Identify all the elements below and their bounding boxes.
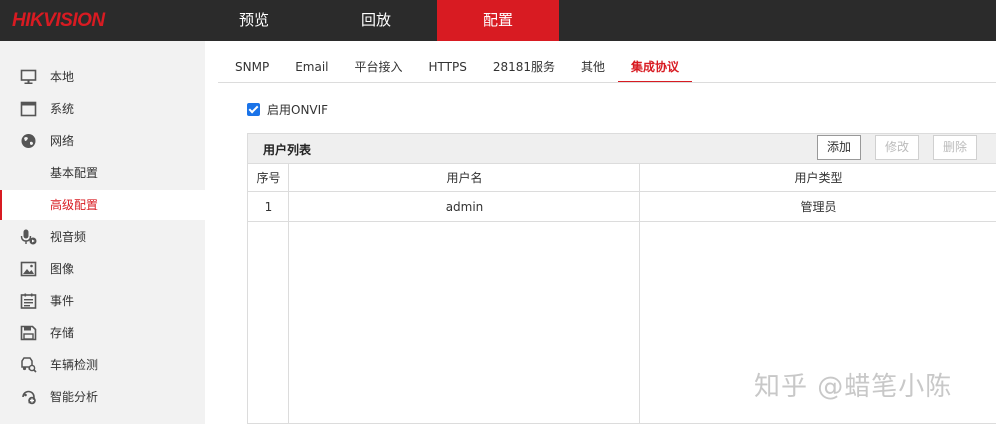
smart-analysis-icon [22, 390, 36, 405]
row-divider [248, 221, 996, 222]
tab-integration-protocol[interactable]: 集成协议 [618, 52, 693, 83]
sidebar-item-system[interactable]: 系统 [0, 94, 205, 124]
sidebar-item-smart-analysis[interactable]: 智能分析 [0, 382, 205, 412]
sidebar-item-label: 图像 [50, 262, 75, 276]
event-list-icon [20, 293, 37, 309]
onvif-option: 启用ONVIF [247, 101, 328, 117]
add-user-button[interactable]: 添加 [817, 135, 861, 160]
microphone-icon [20, 229, 37, 245]
nav-playback[interactable]: 回放 [315, 0, 437, 41]
table-toolbar: 用户列表 添加 修改 删除 [248, 134, 996, 163]
save-disk-icon [20, 325, 37, 341]
enable-onvif-label: 启用ONVIF [267, 102, 329, 117]
sidebar-item-basic-config[interactable]: 基本配置 [0, 158, 205, 188]
cell-index: 1 [264, 200, 273, 214]
edit-user-button[interactable]: 修改 [875, 135, 919, 160]
sidebar-item-label: 智能分析 [50, 390, 99, 404]
sidebar-item-label: 视音频 [50, 230, 87, 244]
sidebar-item-image[interactable]: 图像 [0, 254, 205, 284]
sidebar-item-label: 存储 [50, 326, 75, 340]
nav-configuration[interactable]: 配置 [437, 0, 559, 41]
sidebar-item-network[interactable]: 网络 [0, 126, 205, 156]
nav-preview[interactable]: 预览 [193, 0, 315, 41]
monitor-icon [20, 69, 37, 84]
tab-snmp[interactable]: SNMP [222, 52, 282, 82]
sidebar-item-storage[interactable]: 存储 [0, 318, 205, 348]
sidebar-item-label: 高级配置 [50, 198, 99, 212]
system-window-icon [20, 101, 37, 117]
tab-platform-access[interactable]: 平台接入 [341, 52, 415, 82]
sidebar-item-local[interactable]: 本地 [0, 62, 205, 92]
sidebar-item-label: 车辆检测 [50, 358, 99, 372]
sidebar-item-label: 事件 [50, 294, 75, 308]
top-bar: HIKVISION 预览 回放 配置 [0, 0, 996, 41]
protocol-tabs: SNMP Email 平台接入 HTTPS 28181服务 其他 集成协议 [222, 52, 693, 83]
vehicle-search-icon [21, 357, 37, 373]
sidebar: 本地 系统 网络 基本配置 高级配置 视音频 图像 事件 存储 车辆检测 智能分… [0, 41, 205, 424]
enable-onvif-checkbox[interactable] [247, 102, 260, 116]
sidebar-item-label: 网络 [50, 134, 75, 148]
sidebar-item-video-audio[interactable]: 视音频 [0, 222, 205, 252]
tab-other[interactable]: 其他 [568, 52, 618, 82]
sidebar-item-advanced-config[interactable]: 高级配置 [0, 190, 205, 220]
sidebar-item-label: 本地 [50, 70, 75, 84]
sidebar-item-vehicle-detection[interactable]: 车辆检测 [0, 350, 205, 380]
tab-28181-service[interactable]: 28181服务 [480, 52, 568, 82]
watermark: 知乎 @蜡笔小陈 [754, 372, 953, 402]
cell-username: admin [445, 200, 484, 214]
column-header-index: 序号 [248, 163, 289, 192]
tab-https[interactable]: HTTPS [416, 52, 480, 82]
column-header-user-type: 用户类型 [640, 163, 996, 192]
delete-user-button[interactable]: 删除 [933, 135, 977, 160]
sidebar-item-label: 系统 [50, 102, 75, 116]
brand-logo: HIKVISION [12, 10, 105, 31]
cell-user-type: 管理员 [800, 200, 837, 214]
tab-email[interactable]: Email [282, 52, 341, 82]
tabs-divider [218, 82, 996, 83]
sidebar-item-event[interactable]: 事件 [0, 286, 205, 316]
top-nav: 预览 回放 配置 [193, 0, 559, 41]
globe-icon [21, 134, 36, 148]
table-title: 用户列表 [263, 143, 312, 157]
column-header-username: 用户名 [289, 163, 640, 192]
image-icon [20, 261, 37, 277]
sidebar-item-label: 基本配置 [50, 166, 99, 180]
